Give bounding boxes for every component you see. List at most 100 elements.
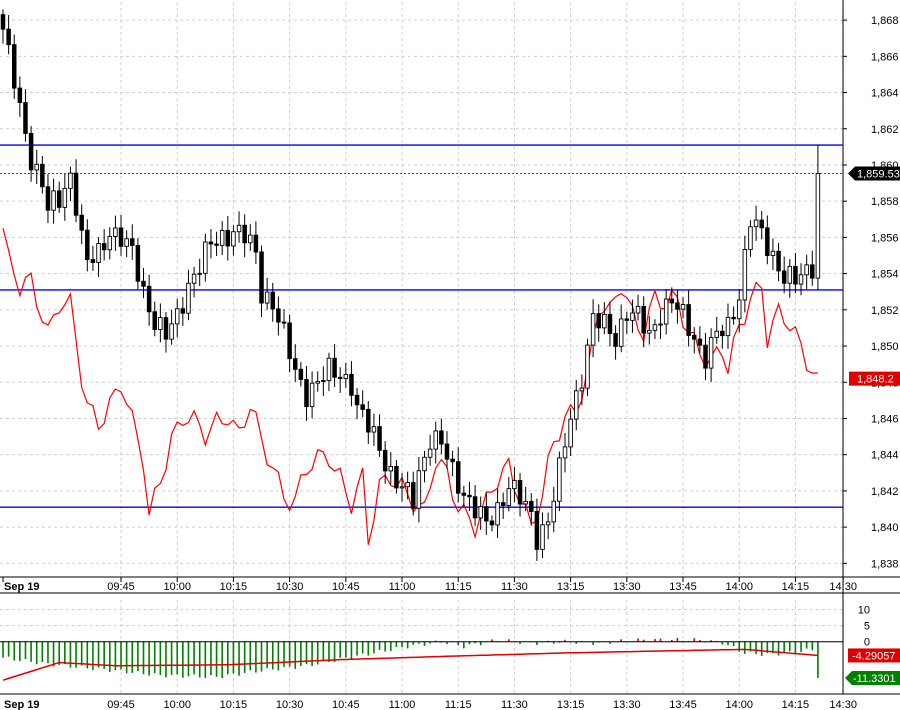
overlay-value-tag: 1,848.2	[849, 371, 900, 386]
candle	[236, 211, 242, 243]
candle	[326, 352, 332, 392]
candle	[158, 303, 163, 343]
candle	[596, 304, 601, 342]
y-tick-label: 1,862	[871, 124, 899, 136]
candle	[686, 290, 691, 347]
candle	[40, 155, 45, 194]
candle	[748, 220, 753, 257]
y-tick-label: 1,856	[871, 232, 899, 244]
signal-line	[2, 648, 818, 681]
candle	[366, 401, 371, 445]
y-tick-label: 1,866	[871, 51, 899, 63]
candle	[804, 254, 809, 290]
candle	[579, 374, 585, 406]
candle	[270, 282, 276, 322]
candle	[815, 145, 821, 291]
osc-y-tick-label: 10	[858, 605, 870, 617]
candle	[248, 224, 253, 251]
candle	[692, 327, 697, 354]
candle	[118, 215, 124, 256]
y-tick-label: 1,842	[871, 486, 899, 498]
candle	[96, 237, 101, 277]
candle	[590, 299, 596, 358]
x-tick-label: 10:45	[332, 581, 360, 593]
x-tick-label: 13:15	[557, 581, 585, 593]
candle	[455, 447, 461, 503]
histogram-value-tag: -4.29057	[848, 648, 900, 663]
candle	[298, 361, 304, 387]
y-tick-label: 1,868	[871, 15, 899, 27]
candle	[242, 214, 247, 258]
candle	[703, 332, 708, 381]
candle	[720, 324, 725, 349]
candle	[489, 515, 495, 532]
candle	[781, 256, 787, 294]
candle	[551, 486, 557, 533]
candle	[602, 302, 607, 335]
candle	[422, 450, 427, 483]
candle	[51, 178, 56, 224]
candle	[253, 221, 259, 264]
x-tick-label: 14:00	[725, 581, 753, 593]
candle	[152, 301, 157, 337]
overlay-last-label: 1,848.2	[857, 374, 894, 386]
candle	[130, 224, 135, 260]
candle	[0, 9, 6, 44]
candle	[534, 498, 540, 561]
osc-x-tick-label: 11:30	[501, 699, 528, 710]
candle	[377, 414, 382, 457]
x-tick-label: 14:30	[829, 581, 857, 593]
y-tick-label: 1,864	[871, 88, 899, 100]
candle	[276, 296, 281, 336]
candle	[658, 309, 663, 340]
candle	[793, 252, 798, 294]
candle	[624, 311, 630, 335]
candle	[360, 390, 365, 418]
candle	[607, 301, 613, 347]
candle	[618, 304, 624, 353]
candle	[461, 485, 467, 507]
y-tick-label: 1,850	[871, 341, 899, 353]
x-tick-label: 10:15	[220, 581, 248, 593]
candle	[332, 344, 337, 388]
candle	[56, 181, 62, 213]
candle	[512, 467, 517, 503]
candle	[101, 229, 107, 261]
candle	[186, 269, 191, 321]
candle	[647, 316, 652, 345]
candle	[759, 210, 764, 240]
candle	[478, 496, 483, 530]
osc-y-tick-label: 0	[864, 637, 870, 649]
candle	[141, 267, 146, 299]
candle	[349, 360, 354, 407]
candle	[500, 492, 506, 519]
osc-x-tick-label: 14:15	[782, 699, 810, 710]
y-tick-label: 1,854	[871, 269, 899, 281]
candle	[321, 366, 326, 396]
x-tick-label: 13:30	[613, 581, 641, 593]
y-tick-label: 1,838	[871, 558, 899, 570]
y-tick-label: 1,852	[871, 305, 899, 317]
candle	[45, 173, 51, 224]
candle	[557, 451, 562, 512]
candle	[399, 472, 405, 502]
candle	[34, 149, 39, 184]
candle	[714, 316, 719, 344]
candle	[73, 159, 79, 223]
candle	[62, 174, 68, 221]
candle	[225, 216, 231, 261]
candle	[731, 306, 736, 325]
candle	[444, 431, 450, 469]
candle	[11, 34, 17, 99]
y-tick-label: 1,844	[871, 450, 899, 462]
candle	[742, 235, 748, 313]
osc-x-tick-label: 13:15	[557, 699, 585, 710]
candle	[753, 205, 759, 241]
x-tick-label: 13:45	[669, 581, 697, 593]
osc-x-tick-label: Sep 19	[4, 699, 39, 710]
candle	[315, 371, 320, 392]
candle	[776, 242, 781, 282]
candle	[765, 215, 770, 265]
candle	[135, 238, 141, 290]
candle	[433, 421, 438, 464]
